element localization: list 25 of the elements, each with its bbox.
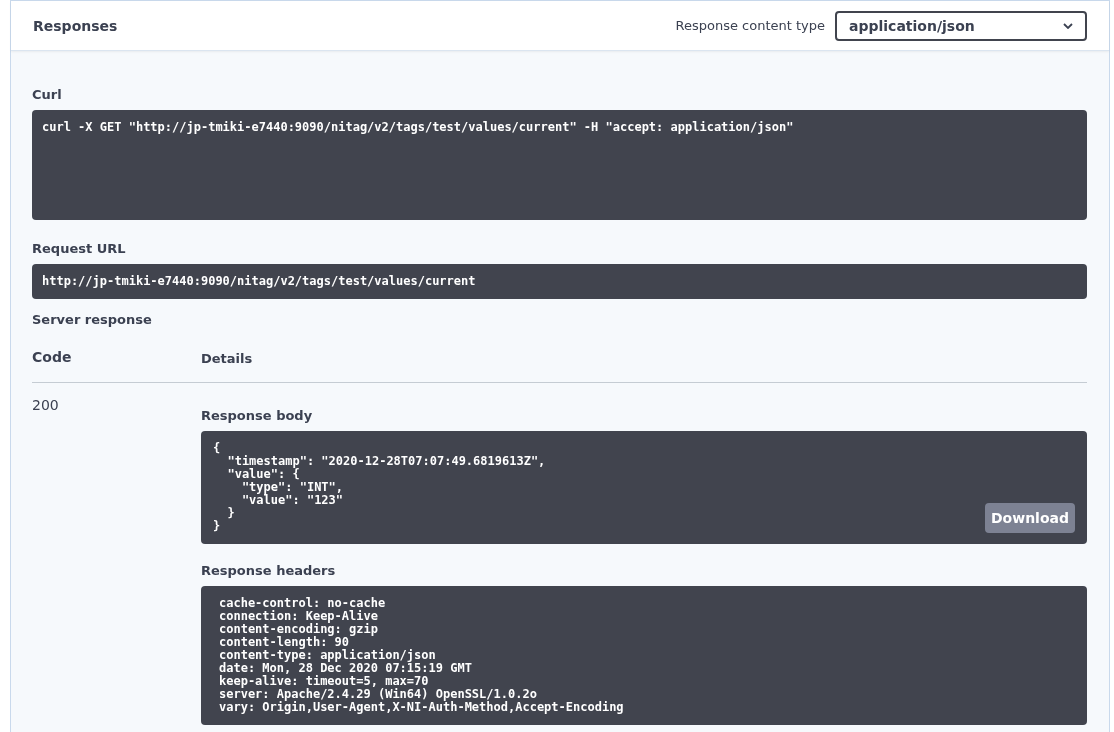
column-header: Code [32, 349, 73, 366]
request-url: http://jp-tmiki-e7440:9090/nitag/v2/tags/test/values/current [32, 264, 1087, 299]
curl-command: curl -X GET "http://jp-tmiki-e7440:9090/nitag/v2/tags/test/values/current" -H "accept: application/json" [32, 110, 1087, 220]
server-response-label: Server response [32, 312, 153, 327]
section-title: Responses [33, 17, 119, 34]
request-url-label: Request URL [32, 241, 127, 256]
header-line: content-encoding: gzip [219, 623, 379, 636]
response-body-json: { "timestamp": "2020-12-28T07:07:49.6819613Z", "value": { "type": "INT", "value": "123" } } [213, 442, 546, 533]
curl-label: Curl [32, 87, 63, 102]
header-line: vary: Origin,User-Agent,X-NI-Auth-Method,Accept-Encoding [219, 701, 625, 714]
header-line: content-type: application/json [219, 649, 437, 662]
header-line: cache-control: no-cache [219, 597, 387, 610]
header-line: connection: Keep-Alive [219, 610, 379, 623]
column-header: Details [201, 350, 253, 366]
header-line: content-length: 90 [219, 636, 350, 649]
header-line: server: Apache/2.4.29 (Win64) OpenSSL/1.0.2o [219, 688, 537, 701]
chevron-down-icon [1063, 22, 1073, 29]
content-type-label: Response content type [675, 18, 825, 33]
header-line: keep-alive: timeout=5, max=70 [219, 675, 430, 688]
status-code: 200 [32, 397, 60, 415]
response-body-label: Response body [201, 408, 314, 423]
content-type-select[interactable]: application/json [835, 10, 1087, 41]
response-headers-label: Response headers [201, 563, 337, 578]
header-line: date: Mon, 28 Dec 2020 07:15:19 GMT [219, 662, 473, 675]
download-button[interactable]: Download [984, 503, 1075, 533]
